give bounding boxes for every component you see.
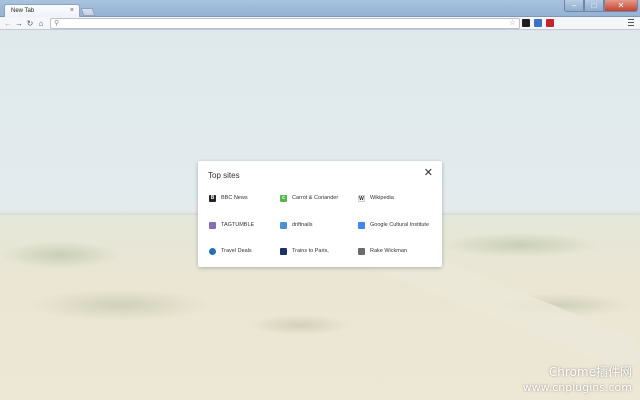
tab-title: New Tab bbox=[11, 8, 35, 14]
rake-wickman-icon bbox=[358, 247, 365, 255]
top-site-link[interactable]: Google Cultural Institute bbox=[358, 220, 429, 230]
watermark-line-2: www.cnplugins.com bbox=[522, 381, 632, 394]
top-site-label: BBC News bbox=[221, 195, 248, 201]
toolbar: ← → ↻ ⌂ ⚲ ☆ bbox=[0, 17, 640, 30]
tagtumble-icon bbox=[209, 221, 216, 229]
top-site-link[interactable]: Trains to Paris, bbox=[280, 246, 329, 256]
close-window-button[interactable]: ✕ bbox=[604, 0, 638, 12]
minimize-button[interactable]: – bbox=[564, 0, 584, 12]
watermark: Chrome插件网 www.cnplugins.com bbox=[523, 363, 632, 394]
wikipedia-icon: W bbox=[358, 194, 365, 202]
bbc-icon: B bbox=[209, 194, 216, 202]
extension-red-icon[interactable] bbox=[546, 19, 554, 27]
top-site-label: Carrot & Coriander bbox=[292, 195, 339, 201]
travel-deals-icon bbox=[209, 247, 216, 255]
top-site-label: Rake Wickman bbox=[370, 248, 407, 254]
tab-close-icon[interactable]: × bbox=[70, 7, 74, 14]
driftnails-icon bbox=[280, 221, 287, 229]
trains-icon bbox=[280, 247, 287, 255]
close-icon[interactable]: ✕ bbox=[424, 167, 433, 179]
top-site-label: TAGTUMBLE bbox=[221, 222, 255, 228]
back-icon[interactable]: ← bbox=[3, 18, 13, 29]
tab-strip: New Tab × – □ ✕ bbox=[0, 0, 640, 18]
home-icon[interactable]: ⌂ bbox=[36, 18, 46, 29]
top-site-link[interactable]: driftnails bbox=[280, 220, 312, 230]
top-site-label: Google Cultural Institute bbox=[370, 222, 430, 228]
top-site-label: driftnails bbox=[292, 222, 313, 228]
top-site-link[interactable]: Rake Wickman bbox=[358, 246, 407, 256]
top-site-label: Travel Deals bbox=[221, 248, 252, 254]
forward-icon[interactable]: → bbox=[14, 18, 24, 29]
menu-icon[interactable] bbox=[628, 19, 634, 27]
extension-translate-icon[interactable] bbox=[534, 19, 542, 27]
top-site-link[interactable]: B BBC News bbox=[209, 193, 248, 203]
bookmark-star-icon[interactable]: ☆ bbox=[509, 18, 516, 27]
top-site-label: Wikipedia bbox=[370, 195, 394, 201]
top-site-link[interactable]: Travel Deals bbox=[209, 246, 252, 256]
tab-new-tab[interactable]: New Tab × bbox=[4, 4, 80, 18]
window-controls: – □ ✕ bbox=[564, 0, 638, 12]
search-icon: ⚲ bbox=[54, 20, 60, 27]
google-cultural-icon bbox=[358, 221, 365, 229]
maximize-button[interactable]: □ bbox=[584, 0, 604, 12]
top-site-label: Trains to Paris, bbox=[292, 248, 329, 254]
top-site-link[interactable]: W Wikipedia bbox=[358, 193, 394, 203]
extension-black-icon[interactable] bbox=[522, 19, 530, 27]
new-tab-button[interactable] bbox=[80, 8, 96, 16]
carrot-icon: c bbox=[280, 194, 287, 202]
reload-icon[interactable]: ↻ bbox=[25, 18, 35, 29]
top-site-link[interactable]: c Carrot & Coriander bbox=[280, 193, 338, 203]
watermark-line-1: Chrome插件网 bbox=[548, 365, 632, 379]
top-sites-card: Top sites ✕ B BBC News c Carrot & Corian… bbox=[198, 161, 442, 267]
top-site-link[interactable]: TAGTUMBLE bbox=[209, 220, 254, 230]
top-sites-title: Top sites bbox=[208, 171, 240, 180]
omnibox[interactable]: ⚲ ☆ bbox=[50, 18, 520, 29]
